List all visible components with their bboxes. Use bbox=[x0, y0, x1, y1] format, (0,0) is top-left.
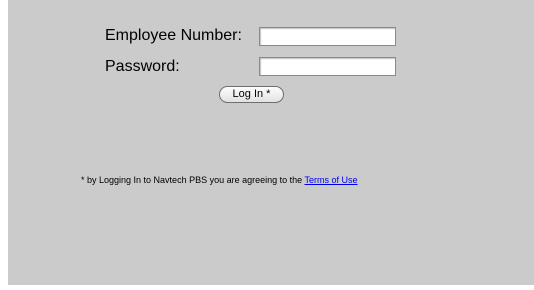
employee-number-input[interactable] bbox=[259, 27, 396, 46]
password-input[interactable] bbox=[259, 57, 396, 76]
terms-notice: * by Logging In to Navtech PBS you are a… bbox=[81, 175, 358, 185]
password-label: Password: bbox=[105, 58, 180, 75]
log-in-button[interactable]: Log In * bbox=[219, 86, 284, 103]
terms-notice-text: * by Logging In to Navtech PBS you are a… bbox=[81, 175, 303, 185]
terms-of-use-link[interactable]: Terms of Use bbox=[305, 175, 358, 185]
login-panel: Employee Number: Password: Log In * * by… bbox=[8, 0, 534, 285]
employee-number-label: Employee Number: bbox=[105, 27, 242, 44]
